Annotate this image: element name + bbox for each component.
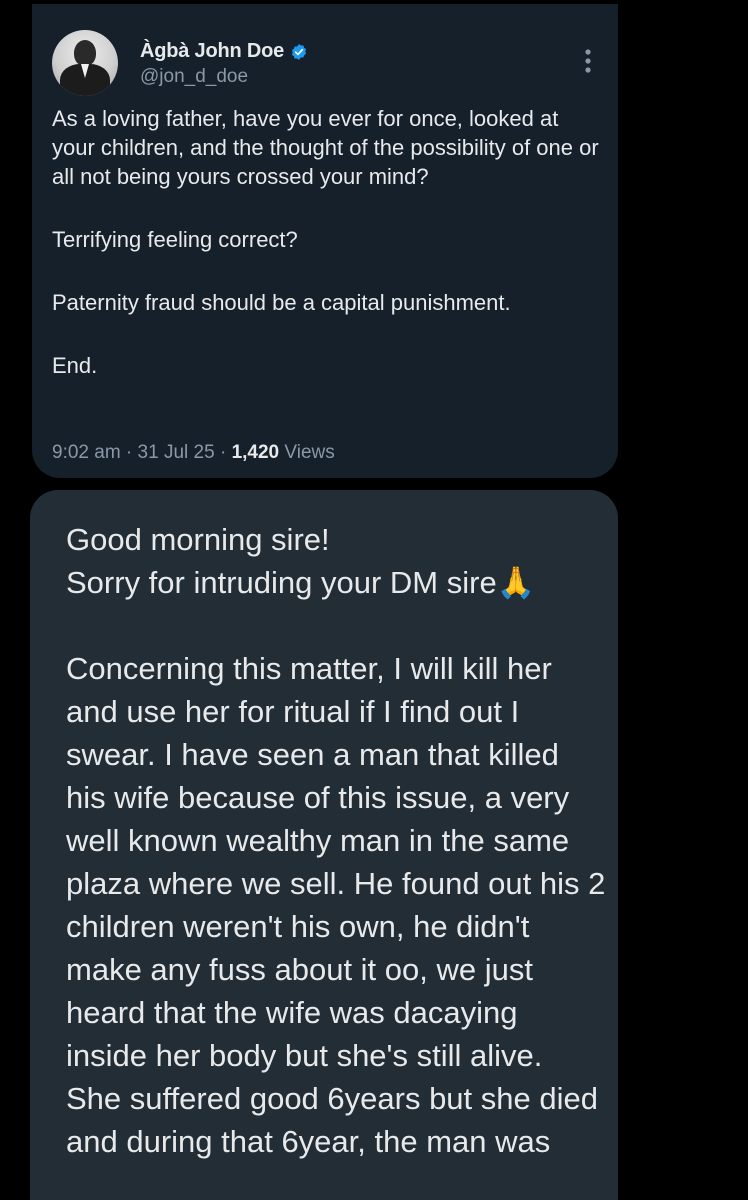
author-name-row: Àgbà John Doe xyxy=(140,40,308,63)
dm-paragraph: Good morning sire! Sorry for intruding y… xyxy=(66,522,536,600)
meta-separator: · xyxy=(120,442,138,463)
more-vertical-icon[interactable] xyxy=(578,46,598,76)
author-handle[interactable]: @jon_d_doe xyxy=(140,66,248,88)
views-label: Views xyxy=(279,442,335,463)
tweet-meta: 9:02 am · 31 Jul 25 · 1,420 Views xyxy=(52,442,335,464)
tweet-time[interactable]: 9:02 am xyxy=(52,442,121,463)
dm-message-text: Good morning sire! Sorry for intruding y… xyxy=(66,518,606,1200)
screenshot-page: Àgbà John Doe @jon_d_doe As a loving fat… xyxy=(0,0,748,1200)
avatar[interactable] xyxy=(52,30,118,96)
views-count[interactable]: 1,420 xyxy=(232,442,280,463)
meta-separator: · xyxy=(214,442,232,463)
avatar-head-shape xyxy=(74,40,96,66)
tweet-date[interactable]: 31 Jul 25 xyxy=(138,442,215,463)
tweet-paragraph: End. xyxy=(52,353,98,378)
verified-badge-icon xyxy=(292,43,307,60)
tweet-paragraph: Terrifying feeling correct? xyxy=(52,227,298,252)
tweet-paragraph: Paternity fraud should be a capital puni… xyxy=(52,290,511,315)
tweet-body: As a loving father, have you ever for on… xyxy=(52,104,604,414)
dm-paragraph: Concerning this matter, I will kill her … xyxy=(66,651,606,1159)
dm-message-bubble[interactable]: Good morning sire! Sorry for intruding y… xyxy=(30,490,618,1200)
tweet-paragraph: As a loving father, have you ever for on… xyxy=(52,106,599,189)
tweet-card[interactable]: Àgbà John Doe @jon_d_doe As a loving fat… xyxy=(32,4,618,478)
author-display-name[interactable]: Àgbà John Doe xyxy=(140,40,284,63)
